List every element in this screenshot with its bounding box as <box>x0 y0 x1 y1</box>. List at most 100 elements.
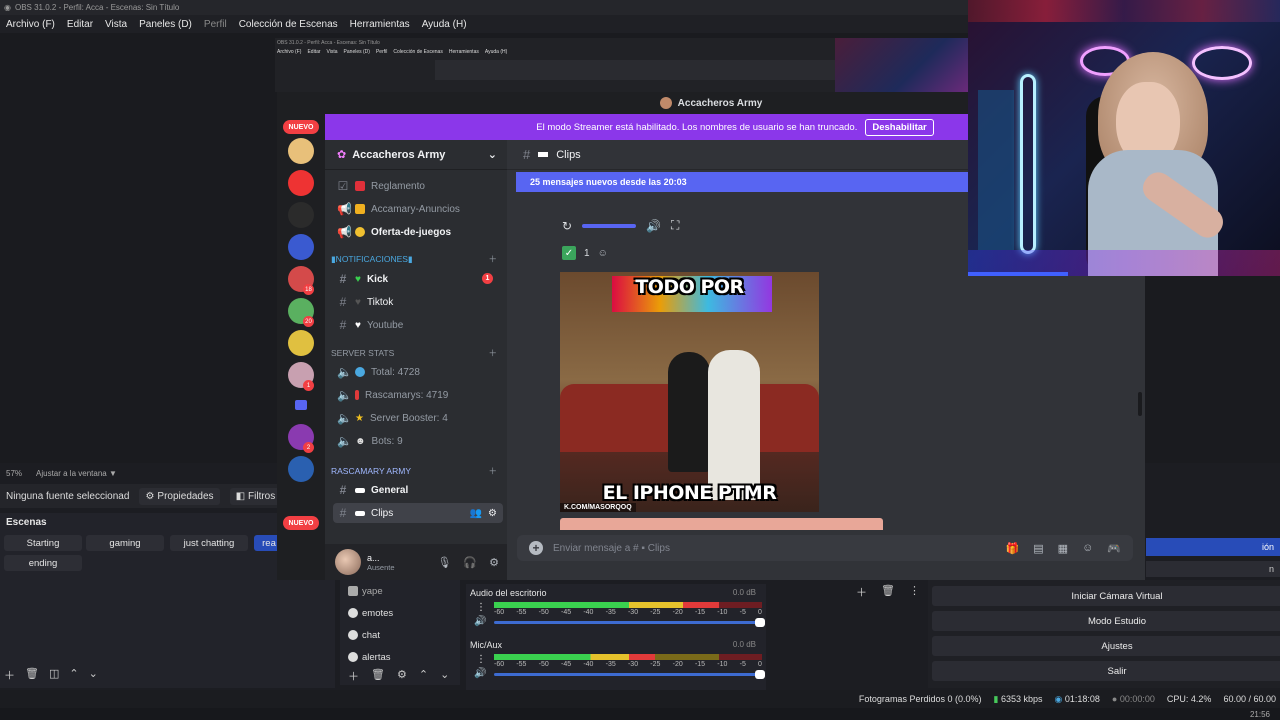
category-server-stats[interactable]: SERVER STATS ＋ <box>331 346 503 360</box>
channel-reglamento[interactable]: ☑ Reglamento <box>333 176 503 196</box>
scene-ending[interactable]: ending <box>4 555 82 571</box>
message-composer[interactable]: + Enviar mensaje a # ▪ Clips 🎁 ▤ ▦ ☺ 🎮 <box>517 535 1133 561</box>
disable-streamer-button[interactable]: Deshabilitar <box>865 118 934 136</box>
channel-tiktok[interactable]: # ♥ Tiktok <box>333 292 503 312</box>
speaker-icon[interactable]: 🔊 <box>474 668 486 679</box>
trash-icon[interactable]: 🗑 <box>881 584 895 600</box>
scene-gaming[interactable]: gaming <box>86 535 164 551</box>
stat-boosters[interactable]: 🔈 ★ Server Booster: 4 <box>333 408 503 428</box>
source-yape[interactable]: yape <box>340 580 460 602</box>
more-icon[interactable]: ⋮ <box>909 584 920 600</box>
chevron-up-icon[interactable]: ⌃ <box>69 667 78 683</box>
category-notificaciones[interactable]: ▮NOTIFICACIONES▮ ＋ <box>331 252 503 266</box>
avatar[interactable] <box>335 549 361 575</box>
server-header[interactable]: ✿ Accacheros Army ⌄ <box>325 140 507 170</box>
menu-ayuda[interactable]: Ayuda (H) <box>422 19 467 30</box>
fit-window-select[interactable]: Ajustar a la ventana ▼ <box>36 469 117 478</box>
fullscreen-icon[interactable]: ⛶ <box>671 218 679 233</box>
add-attachment-icon[interactable]: + <box>529 541 543 555</box>
more-icon[interactable]: ⋮ <box>476 602 486 613</box>
cpu-usage: CPU: 4.2% <box>1166 694 1212 704</box>
volume-slider[interactable] <box>494 618 765 627</box>
microphone-icon[interactable]: 🎙 <box>437 556 451 569</box>
gear-icon[interactable]: ⚙ <box>489 556 499 569</box>
stat-total[interactable]: 🔈 Total: 4728 <box>333 362 503 382</box>
speaker-icon[interactable]: 🔊 <box>474 616 486 627</box>
volume-slider[interactable] <box>494 670 765 679</box>
menu-paneles[interactable]: Paneles (D) <box>139 19 192 30</box>
sticker-icon[interactable]: ▦ <box>1058 542 1068 555</box>
settings-button[interactable]: Ajustes <box>932 636 1280 656</box>
audio-mixer: Audio del escritorio 0.0 dB ⋮ -60 -55 -50-… <box>466 584 766 690</box>
add-icon[interactable]: ＋ <box>4 667 15 683</box>
server-avatar[interactable] <box>288 330 314 356</box>
gear-icon[interactable]: ⚙ <box>488 508 497 519</box>
progress-bar[interactable] <box>582 223 637 228</box>
headphones-icon[interactable]: 🎧 <box>463 556 477 569</box>
more-icon[interactable]: ⋮ <box>476 654 486 665</box>
source-alertas[interactable]: alertas <box>340 646 460 668</box>
stat-rascamarys[interactable]: 🔈 Rascamarys: 4719 <box>333 385 503 405</box>
channel-oferta-juegos[interactable]: 📢 Oferta-de-juegos <box>333 222 503 242</box>
server-avatar[interactable] <box>288 202 314 228</box>
replay-icon[interactable]: ↻ <box>562 219 572 233</box>
channel-youtube[interactable]: # ♥ Youtube <box>333 315 503 335</box>
mixer-channel-desktop: Audio del escritorio 0.0 dB ⋮ -60 -55 -50-… <box>470 588 765 627</box>
category-rascamary-army[interactable]: RASCAMARY ARMY ＋ <box>331 464 503 478</box>
trash-icon[interactable]: 🗑 <box>371 668 385 684</box>
filters-button[interactable]: ◧ Filtros <box>229 487 282 505</box>
meme-image[interactable]: TODO POR EL IPHONE PTMR K.COM/MASORQOQ <box>560 272 819 512</box>
menu-archivo[interactable]: Archivo (F) <box>6 19 55 30</box>
add-channel-icon[interactable]: ＋ <box>488 253 497 265</box>
channel-anuncios[interactable]: 📢 Accamary-Anuncios <box>333 199 503 219</box>
channel-general[interactable]: # General <box>333 480 503 500</box>
slider-handle[interactable] <box>755 618 765 627</box>
add-reaction-icon[interactable]: ☺ <box>598 248 608 259</box>
add-channel-icon[interactable]: ＋ <box>488 347 497 359</box>
channel-clips[interactable]: # Clips 👥 ⚙ <box>333 503 503 523</box>
emoji-picker-icon[interactable]: ☺ <box>1082 542 1093 555</box>
menu-vista[interactable]: Vista <box>105 19 127 30</box>
scrollbar[interactable] <box>1138 392 1142 416</box>
nested-menu-item: Ayuda (H) <box>484 49 508 55</box>
server-avatar[interactable] <box>288 234 314 260</box>
menu-coleccion-escenas[interactable]: Colección de Escenas <box>239 19 338 30</box>
filter-icon[interactable]: ◫ <box>49 667 59 683</box>
server-avatar[interactable] <box>288 138 314 164</box>
add-channel-icon[interactable]: ＋ <box>488 465 497 477</box>
add-icon[interactable]: ＋ <box>348 668 359 684</box>
start-stream-button[interactable]: ión <box>1146 538 1280 556</box>
volume-icon[interactable]: 🔊 <box>646 219 661 233</box>
stat-bots[interactable]: 🔈 ☻ Bots: 9 <box>333 431 503 451</box>
trash-icon[interactable]: 🗑 <box>25 667 39 683</box>
exit-button[interactable]: Salir <box>932 661 1280 681</box>
menu-perfil[interactable]: Perfil <box>204 19 227 30</box>
studio-mode-button[interactable]: Modo Estudio <box>932 611 1280 631</box>
slider-handle[interactable] <box>755 670 765 679</box>
gear-icon[interactable]: ⚙ <box>397 668 407 684</box>
menu-herramientas[interactable]: Herramientas <box>350 19 410 30</box>
source-chat[interactable]: chat <box>340 624 460 646</box>
add-icon[interactable]: ＋ <box>856 584 867 600</box>
server-avatar[interactable] <box>288 170 314 196</box>
gift-icon[interactable]: 🎁 <box>1006 542 1020 555</box>
meter-tick: -20 <box>672 661 683 668</box>
chevron-down-icon[interactable]: ⌄ <box>440 668 449 684</box>
gif-icon[interactable]: ▤ <box>1033 542 1043 555</box>
scene-just-chatting[interactable]: just chatting <box>170 535 248 551</box>
check-reaction-icon[interactable]: ✓ <box>562 246 576 260</box>
menu-editar[interactable]: Editar <box>67 19 93 30</box>
properties-button[interactable]: ⚙ Propiedades <box>139 487 220 505</box>
chevron-up-icon[interactable]: ⌃ <box>419 668 428 684</box>
channel-kick[interactable]: # ♥ Kick 1 <box>333 269 503 289</box>
virtual-camera-button[interactable]: Iniciar Cámara Virtual <box>932 586 1280 606</box>
meter-ticks: -60 -55 -50 -45 -40 -35 -30 -25 -20 -15 -10 -5 0 <box>494 609 762 616</box>
scene-starting[interactable]: Starting <box>4 535 82 551</box>
activity-icon[interactable]: 🎮 <box>1107 542 1121 555</box>
folder-icon[interactable] <box>295 400 307 410</box>
invite-icon[interactable]: 👥 <box>470 508 482 519</box>
source-emotes[interactable]: emotes <box>340 602 460 624</box>
server-avatar[interactable] <box>288 456 314 482</box>
start-recording-button[interactable]: n <box>1146 561 1280 577</box>
chevron-down-icon[interactable]: ⌄ <box>89 667 98 683</box>
